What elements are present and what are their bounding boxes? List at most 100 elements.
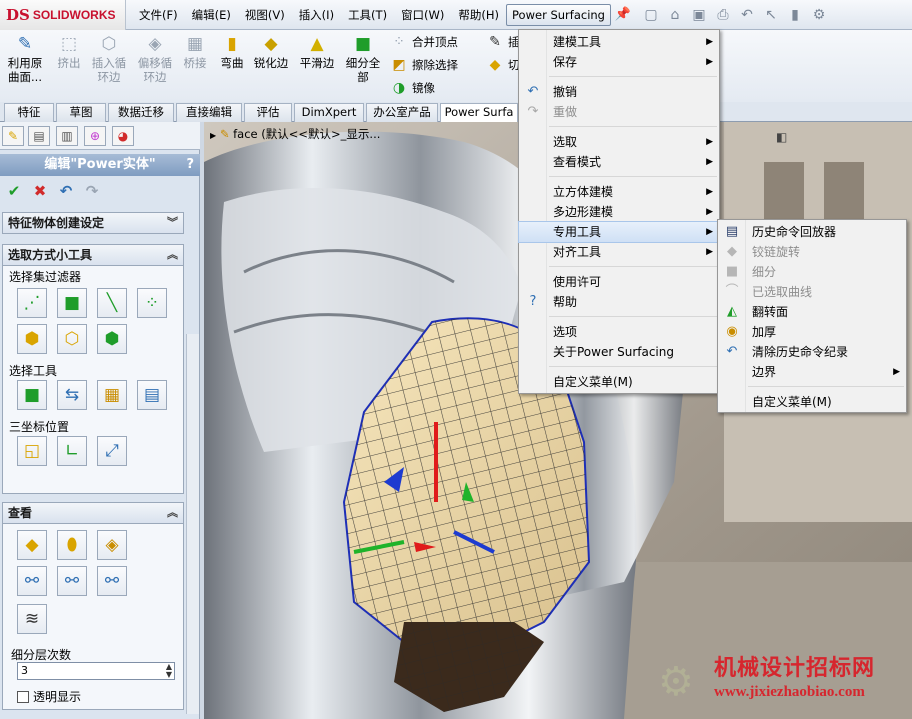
view-both-icon[interactable]: ◈: [97, 530, 127, 560]
menu-view[interactable]: 视图(V): [238, 4, 292, 26]
menu-item-polygon-modeling[interactable]: 多边形建模 ▶: [519, 202, 719, 222]
transparent-option[interactable]: 透明显示: [17, 688, 81, 705]
view-cage-points-icon[interactable]: ⚯: [97, 566, 127, 596]
select-loop-icon[interactable]: ⬢: [17, 324, 47, 354]
tool-offset-loop[interactable]: ◈ 偏移循 环边: [134, 34, 176, 84]
menu-tools[interactable]: 工具(T): [341, 4, 394, 26]
save-icon[interactable]: ▣: [688, 5, 710, 25]
menu-window[interactable]: 窗口(W): [394, 4, 451, 26]
tab-sketch[interactable]: 草图: [56, 103, 106, 122]
options-icon[interactable]: ⚙: [808, 5, 830, 25]
tool-insert[interactable]: ✎ 插: [486, 32, 519, 52]
menu-item-select[interactable]: 选取 ▶: [519, 132, 719, 152]
view-cube-icon[interactable]: ◆: [17, 530, 47, 560]
menu-item-special-tools[interactable]: 专用工具 ▶: [518, 221, 720, 243]
pin-icon[interactable]: 📌: [614, 6, 632, 24]
view-smooth-icon[interactable]: ⬮: [57, 530, 87, 560]
select-all-icon[interactable]: ■: [17, 380, 47, 410]
panel-scrollbar[interactable]: [186, 334, 199, 714]
filter-vertex-icon[interactable]: ⋰: [17, 288, 47, 318]
solidworks-logo[interactable]: DS SOLIDWORKS: [0, 0, 126, 30]
tool-erase-selection[interactable]: ◩ 擦除选择: [390, 55, 458, 75]
tab-dimxpert[interactable]: DimXpert: [294, 103, 364, 122]
menu-item-cube-modeling[interactable]: 立方体建模 ▶: [519, 182, 719, 202]
view-zebra-icon[interactable]: ≋: [17, 604, 47, 634]
menu-item-history-player[interactable]: ▤ 历史命令回放器: [718, 222, 906, 242]
filter-edge-icon[interactable]: ╲: [97, 288, 127, 318]
menu-item-help[interactable]: ? 帮助: [519, 292, 719, 312]
menu-insert[interactable]: 插入(I): [292, 4, 341, 26]
transparent-checkbox[interactable]: [17, 690, 29, 703]
menu-item-save[interactable]: 保存 ▶: [519, 52, 719, 72]
camera-icon[interactable]: ◧: [776, 130, 787, 144]
menu-item-customize-sub[interactable]: 自定义菜单(M): [718, 392, 906, 412]
open-icon[interactable]: ⌂: [664, 5, 686, 25]
tab-features[interactable]: 特征: [4, 103, 54, 122]
dimxpert-manager-icon[interactable]: ⊕: [84, 126, 106, 146]
undo-quick-icon[interactable]: ↶: [736, 5, 758, 25]
tool-extrude[interactable]: ⬚ 挤出: [52, 34, 86, 70]
tab-evaluate[interactable]: 评估: [244, 103, 292, 122]
new-document-icon[interactable]: ▢: [640, 5, 662, 25]
menu-file[interactable]: 文件(F): [132, 4, 185, 26]
display-manager-icon[interactable]: ◕: [112, 126, 134, 146]
print-icon[interactable]: ⎙: [712, 5, 734, 25]
menu-power-surfacing[interactable]: Power Surfacing: [506, 4, 611, 26]
menu-item-view-mode[interactable]: 查看模式 ▶: [519, 152, 719, 172]
filter-points-icon[interactable]: ⁘: [137, 288, 167, 318]
tool-sharpen-edge[interactable]: ◆ 锐化边: [250, 34, 292, 70]
rebuild-icon[interactable]: ▮: [784, 5, 806, 25]
select-region-icon[interactable]: ⬢: [97, 324, 127, 354]
help-button[interactable]: ?: [186, 154, 194, 176]
undo-icon[interactable]: ↶: [56, 181, 76, 201]
menu-item-undo[interactable]: ↶ 撤销: [519, 82, 719, 102]
feature-breadcrumb[interactable]: ▶ ✎ face (默认<<默认>_显示...: [210, 126, 380, 142]
tool-mirror[interactable]: ◑ 镜像: [390, 78, 435, 98]
tab-data-migration[interactable]: 数据迁移: [108, 103, 174, 122]
chevron-up-icon[interactable]: ︽: [167, 503, 178, 523]
menu-item-license[interactable]: 使用许可: [519, 272, 719, 292]
menu-help[interactable]: 帮助(H): [451, 4, 506, 26]
chevron-down-icon[interactable]: ︾: [167, 213, 178, 233]
group-selection-tools[interactable]: 选取方式小工具 ︽: [2, 244, 184, 266]
group-feature-settings[interactable]: 特征物体创建设定 ︾: [2, 212, 184, 234]
menu-item-options[interactable]: 选项: [519, 322, 719, 342]
property-manager-icon[interactable]: ▤: [28, 126, 50, 146]
menu-item-flip-face[interactable]: ◭ 翻转面: [718, 302, 906, 322]
tool-bend[interactable]: ▮ 弯曲: [216, 34, 248, 70]
tool-use-original-surface[interactable]: ✎ 利用原 曲面...: [4, 34, 46, 84]
feature-tree-icon[interactable]: ✎: [2, 126, 24, 146]
tool-subdivide-all[interactable]: ■ 细分全 部: [342, 34, 384, 84]
tab-direct-edit[interactable]: 直接编辑: [176, 103, 242, 122]
view-cage-edge-icon[interactable]: ⚯: [57, 566, 87, 596]
configuration-manager-icon[interactable]: ▥: [56, 126, 78, 146]
menu-item-about[interactable]: 关于Power Surfacing: [519, 342, 719, 362]
select-icon[interactable]: ↖: [760, 5, 782, 25]
tab-office-products[interactable]: 办公室产品: [366, 103, 438, 122]
view-cage-vertex-icon[interactable]: ⚯: [17, 566, 47, 596]
select-swap-icon[interactable]: ⇆: [57, 380, 87, 410]
menu-item-modeling-tools[interactable]: 建模工具 ▶: [519, 32, 719, 52]
select-shrink-icon[interactable]: ▤: [137, 380, 167, 410]
tool-cut[interactable]: ◆ 切: [486, 55, 520, 75]
menu-item-boundary[interactable]: 边界 ▶: [718, 362, 906, 382]
menu-item-customize[interactable]: 自定义菜单(M): [519, 372, 719, 392]
tool-insert-loop[interactable]: ⬡ 插入循 环边: [88, 34, 130, 84]
triad-corner-icon[interactable]: ∟: [57, 436, 87, 466]
menu-item-align-tools[interactable]: 对齐工具 ▶: [519, 242, 719, 262]
spinner-arrows-icon[interactable]: ▲ ▼: [166, 663, 172, 679]
select-grow-icon[interactable]: ▦: [97, 380, 127, 410]
filter-face-icon[interactable]: ■: [57, 288, 87, 318]
cancel-x-icon[interactable]: ✖: [30, 181, 50, 201]
menu-edit[interactable]: 编辑(E): [185, 4, 238, 26]
menu-item-clear-history[interactable]: ↶ 清除历史命令纪录: [718, 342, 906, 362]
group-view[interactable]: 查看 ︽: [2, 502, 184, 524]
tool-bridge[interactable]: ▦ 桥接: [178, 34, 212, 70]
ok-check-icon[interactable]: ✔: [4, 181, 24, 201]
triad-axis-icon[interactable]: ⤢: [97, 436, 127, 466]
select-ring-icon[interactable]: ⬡: [57, 324, 87, 354]
expand-arrow-icon[interactable]: ▶: [210, 131, 216, 140]
tool-merge-vertex[interactable]: ⁘ 合并顶点: [390, 32, 458, 52]
redo-icon[interactable]: ↷: [82, 181, 102, 201]
tab-power-surfacing[interactable]: Power Surfa: [440, 103, 518, 123]
